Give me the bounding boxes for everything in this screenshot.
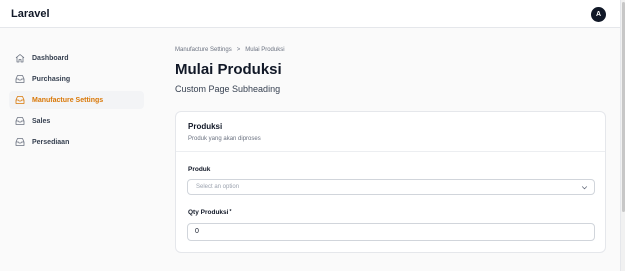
section-title: Produksi: [188, 122, 223, 131]
user-avatar[interactable]: A: [591, 7, 606, 22]
section-header: Produksi Produk yang akan diproses: [176, 112, 605, 152]
sidebar-item-dashboard[interactable]: Dashboard: [9, 49, 144, 67]
sidebar-item-label: Purchasing: [32, 75, 71, 83]
sidebar-item-label: Sales: [32, 117, 51, 125]
qty-produksi-input[interactable]: 0: [187, 223, 595, 241]
sidebar-item-purchasing[interactable]: Purchasing: [9, 70, 144, 88]
page-bottom: [0, 262, 620, 271]
produk-select-placeholder: Select an option: [196, 184, 240, 190]
sidebar-item-label: Dashboard: [32, 54, 69, 62]
sidebar-item-sales[interactable]: Sales: [9, 112, 144, 130]
produk-select[interactable]: Select an option: [187, 179, 595, 195]
inbox-icon: [15, 74, 25, 84]
sidebar-item-label: Manufacture Settings: [32, 96, 104, 104]
sidebar: Dashboard Purchasing Manufacture Setting…: [0, 29, 150, 271]
inbox-icon: [15, 116, 25, 126]
page-scrollbar[interactable]: [620, 0, 625, 271]
section-description: Produk yang akan diproses: [188, 136, 261, 142]
qty-produksi-value: 0: [195, 228, 199, 235]
produksi-section: Produksi Produk yang akan diproses Produ…: [175, 111, 606, 253]
top-bar: Laravel A: [0, 0, 620, 28]
breadcrumb-current: Mulai Produksi: [245, 47, 285, 53]
qty-produksi-label: Qty Produksi*: [188, 209, 232, 216]
required-mark: *: [229, 209, 232, 215]
breadcrumb-separator: >: [236, 47, 241, 53]
sidebar-item-persediaan[interactable]: Persediaan: [9, 133, 144, 151]
breadcrumb-link-manufacture-settings[interactable]: Manufacture Settings: [175, 47, 232, 53]
page-subheading: Custom Page Subheading: [175, 84, 281, 94]
inbox-icon: [15, 95, 25, 105]
brand-logo[interactable]: Laravel: [11, 8, 50, 20]
breadcrumb: Manufacture Settings > Mulai Produksi: [175, 47, 285, 53]
home-icon: [15, 53, 25, 63]
produk-label: Produk: [188, 166, 211, 173]
page-title: Mulai Produksi: [175, 61, 282, 78]
inbox-icon: [15, 137, 25, 147]
sidebar-item-manufacture-settings[interactable]: Manufacture Settings: [9, 91, 144, 109]
sidebar-item-label: Persediaan: [32, 138, 70, 146]
chevron-down-icon: [581, 184, 588, 191]
